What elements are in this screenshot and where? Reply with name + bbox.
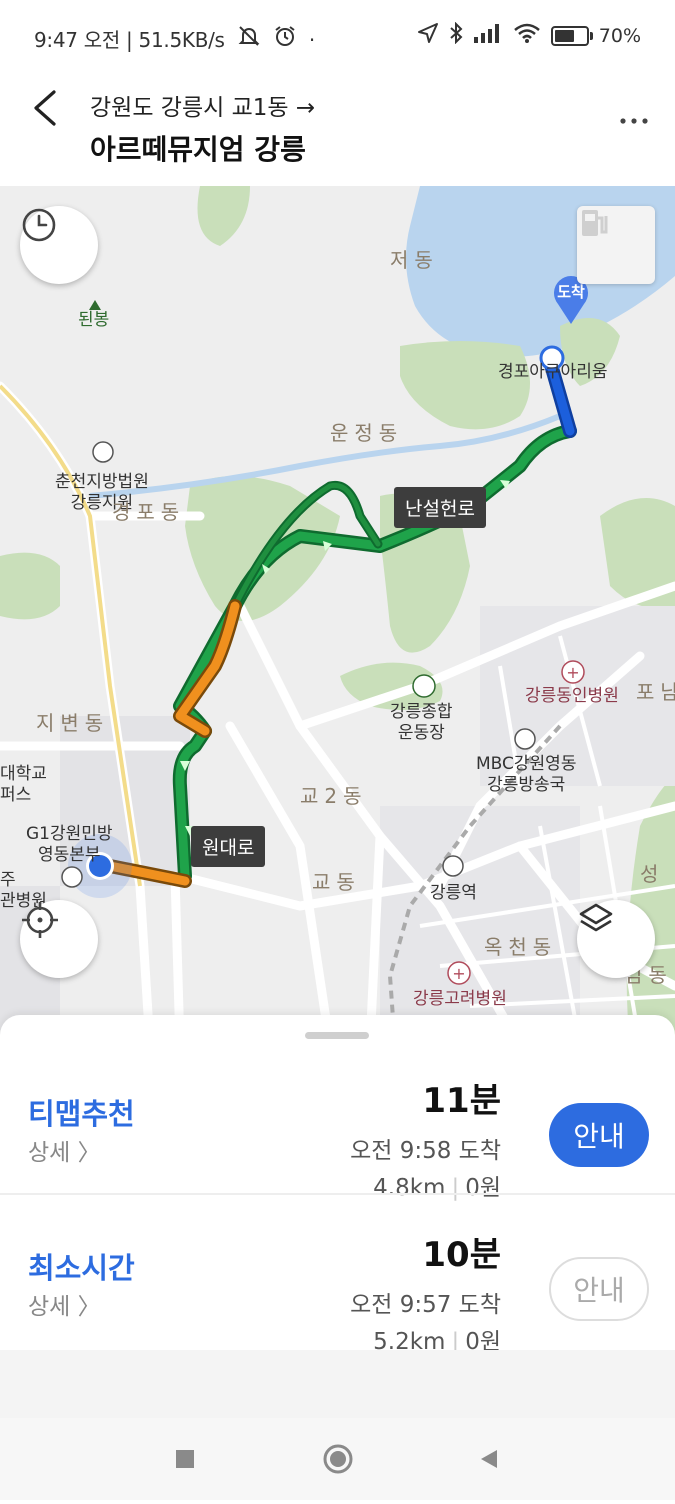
status-time: 9:47 [34, 28, 78, 52]
map-label-aquarium: 경포아쿠아리움 [498, 362, 608, 382]
route-toll: 0원 [465, 1175, 501, 1201]
gas-pump-icon [582, 210, 608, 236]
route-meta: 4.8km | 0원 [373, 1175, 501, 1201]
battery-percent: 70% [598, 24, 641, 47]
destination-text[interactable]: 아르떼뮤지엄 강릉 [90, 128, 306, 168]
map-label-mbc: MBC강원영동 강릉방송국 [476, 754, 577, 795]
battery-icon [550, 25, 593, 46]
layers-icon [579, 903, 613, 932]
back-arrow-icon [34, 90, 56, 126]
route-option-tmap[interactable]: 티맵추천 상세 〉 11분 오전 9:58 도착 4.8km | 0원 안내 [0, 1053, 675, 1208]
route-duration: 11분 [422, 1081, 501, 1121]
map-label-okcheon-dong: 옥천동 [484, 935, 558, 959]
signal-icon [473, 23, 503, 48]
map-label-doenbong: 된봉 [78, 310, 110, 330]
clock-icon [22, 208, 56, 242]
route-divider [0, 1193, 675, 1195]
home-icon[interactable] [323, 1444, 353, 1474]
mute-icon [237, 25, 261, 52]
map-label-seong: 성 [640, 862, 665, 886]
bluetooth-icon [449, 21, 463, 49]
route-name: 티맵추천 [28, 1097, 135, 1131]
map-view[interactable]: + + 저동 된봉 운정동 춘천지방법원 강릉지원 경포동 경포아쿠아리움 강릉… [0, 186, 675, 1046]
route-detail-link[interactable]: 상세 〉 [28, 1133, 101, 1167]
origin-text[interactable]: 강원도 강릉시 교1동 → [90, 88, 315, 122]
map-label-dongin-hospital: 강릉동인병원 [525, 686, 619, 706]
svg-text:+: + [452, 964, 465, 983]
gas-station-button[interactable] [577, 206, 655, 284]
map-label-jibyeon-dong: 지변동 [36, 711, 110, 735]
status-ampm: 오전 [83, 28, 121, 52]
route-header: 강원도 강릉시 교1동 → 아르떼뮤지엄 강릉 [0, 76, 675, 186]
back-nav-icon[interactable] [481, 1450, 497, 1468]
recents-icon[interactable] [176, 1450, 194, 1468]
map-label-g1: G1강원민방 영동본부 [26, 824, 113, 865]
map-label-gyo2-dong: 교2동 [300, 784, 368, 808]
location-icon [417, 22, 439, 49]
route-arrival: 오전 9:57 도착 [350, 1292, 501, 1318]
route-name: 최소시간 [28, 1251, 135, 1285]
my-location-button[interactable] [20, 900, 98, 978]
map-label-stadium: 강릉종합 운동장 [390, 702, 453, 743]
map-label-jeo-dong: 저동 [390, 248, 439, 272]
map-label-university: 대학교 퍼스 [0, 764, 47, 805]
route-options-sheet: 티맵추천 상세 〉 11분 오전 9:58 도착 4.8km | 0원 안내 최소시… [0, 1015, 675, 1435]
map-label-gangpo-dong: 경포동 [112, 500, 186, 524]
start-guidance-button[interactable]: 안내 [549, 1103, 649, 1167]
route-option-fastest[interactable]: 최소시간 상세 〉 10분 오전 9:57 도착 5.2km | 0원 안내 [0, 1207, 675, 1362]
route-detail-link[interactable]: 상세 〉 [28, 1287, 101, 1321]
route-duration: 10분 [422, 1235, 501, 1275]
route-arrival: 오전 9:58 도착 [350, 1138, 501, 1164]
sheet-drag-handle[interactable] [305, 1032, 369, 1039]
back-button[interactable] [26, 86, 66, 130]
map-label-gangneung-station: 강릉역 [430, 883, 477, 903]
road-tag-nanseolheon: 난설헌로 [394, 487, 486, 528]
more-icon [620, 118, 648, 124]
status-bar: 9:47 오전 | 51.5KB/s · 70% [0, 0, 675, 76]
road-tag-wondae: 원대로 [191, 826, 266, 867]
map-layers-button[interactable] [577, 900, 655, 978]
wifi-icon [513, 22, 541, 49]
route-distance: 4.8km [373, 1175, 446, 1201]
map-label-po-nam: 포남 [636, 680, 675, 704]
map-label-gyo-dong: 교동 [312, 870, 361, 894]
svg-text:+: + [566, 663, 579, 682]
more-menu-button[interactable] [619, 106, 649, 131]
history-button[interactable] [20, 206, 98, 284]
status-left: 9:47 오전 | 51.5KB/s · [34, 24, 315, 53]
network-speed: | 51.5KB/s [126, 28, 225, 52]
system-nav-bar [0, 1418, 675, 1500]
map-label-unjeong-dong: 운정동 [330, 421, 404, 445]
start-guidance-button[interactable]: 안내 [549, 1257, 649, 1321]
dot-icon: · [308, 28, 315, 52]
map-label-goryeo-hospital: 강릉고려병원 [413, 989, 507, 1009]
alarm-icon [273, 25, 297, 52]
status-right: 70% [417, 21, 641, 49]
destination-badge-label: 도착 [557, 283, 585, 301]
crosshair-icon [22, 902, 58, 938]
